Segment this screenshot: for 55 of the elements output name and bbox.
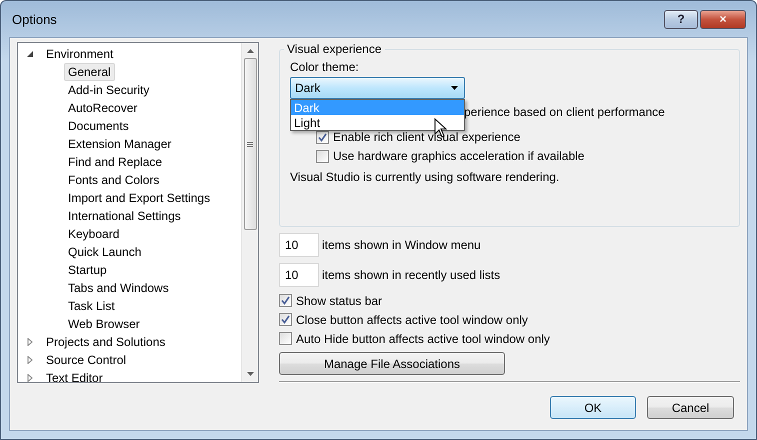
checkbox[interactable] xyxy=(279,332,292,345)
ok-button[interactable]: OK xyxy=(550,396,636,419)
manage-button[interactable]: Manage File Associations xyxy=(279,352,505,375)
tree-item[interactable]: Find and Replace xyxy=(64,153,166,171)
checkbox-label: Show status bar xyxy=(296,294,382,308)
checkbox[interactable] xyxy=(279,294,292,307)
tree-item[interactable]: Text Editor xyxy=(42,369,107,382)
number-field[interactable]: 10 xyxy=(279,263,319,287)
help-button[interactable]: ? xyxy=(664,10,698,28)
scroll-down-icon[interactable] xyxy=(246,372,254,376)
expand-icon[interactable] xyxy=(26,374,34,382)
dropdown-option[interactable]: Light xyxy=(291,115,464,130)
theme-dropdown[interactable]: Dark xyxy=(290,77,465,99)
checkbox[interactable] xyxy=(316,150,329,162)
group-title: Visual experience xyxy=(287,42,382,56)
tree-item[interactable]: Fonts and Colors xyxy=(64,171,164,189)
scroll-up-icon[interactable] xyxy=(246,49,254,53)
tree-item[interactable]: Import and Export Settings xyxy=(64,189,214,207)
tree-item[interactable]: International Settings xyxy=(64,207,185,225)
tree-item[interactable]: AutoRecover xyxy=(64,99,142,117)
window-title: Options xyxy=(12,12,58,26)
tree-item[interactable]: Keyboard xyxy=(64,225,124,243)
field-label: items shown in Window menu xyxy=(322,238,481,252)
expand-icon[interactable] xyxy=(26,338,34,346)
tree-item[interactable]: Documents xyxy=(64,117,133,135)
close-button[interactable]: × xyxy=(700,10,746,28)
field-label: items shown in recently used lists xyxy=(322,268,500,282)
tree-item[interactable]: Extension Manager xyxy=(64,135,176,153)
expand-icon[interactable] xyxy=(26,356,34,364)
tree-item[interactable]: Quick Launch xyxy=(64,243,146,261)
checkbox-label: Enable rich client visual experience xyxy=(333,130,520,144)
collapse-icon[interactable] xyxy=(26,50,34,58)
checkbox-label: perience based on client performance xyxy=(464,105,665,119)
checkbox[interactable] xyxy=(279,313,292,326)
tree-item[interactable]: Startup xyxy=(64,261,111,279)
tree-item[interactable]: Task List xyxy=(64,297,119,315)
tree-item[interactable]: Environment xyxy=(42,45,118,63)
cancel-button[interactable]: Cancel xyxy=(647,396,734,419)
tree-item[interactable]: Source Control xyxy=(42,351,130,369)
tree-item[interactable]: Web Browser xyxy=(64,315,144,333)
caret-icon xyxy=(451,86,458,90)
status-message: Visual Studio is currently using software rendering. xyxy=(290,170,560,184)
tree-item[interactable]: Add-in Security xyxy=(64,81,154,99)
scroll-thumb[interactable] xyxy=(244,58,256,230)
tree-item[interactable]: Projects and Solutions xyxy=(42,333,170,351)
checkbox-label: Close button affects active tool window only xyxy=(296,312,528,326)
checkbox[interactable] xyxy=(316,130,329,144)
field-label: Color theme: xyxy=(290,60,360,74)
grip-icon xyxy=(247,142,253,146)
checkbox-label: Auto Hide button affects active tool window only xyxy=(296,332,550,346)
tree-item[interactable]: Tabs and Windows xyxy=(64,279,173,297)
tree-item[interactable]: General xyxy=(64,63,115,81)
checkbox-label: Use hardware graphics acceleration if available xyxy=(333,149,584,163)
number-field[interactable]: 10 xyxy=(279,233,319,257)
scrollbar[interactable] xyxy=(241,43,258,382)
